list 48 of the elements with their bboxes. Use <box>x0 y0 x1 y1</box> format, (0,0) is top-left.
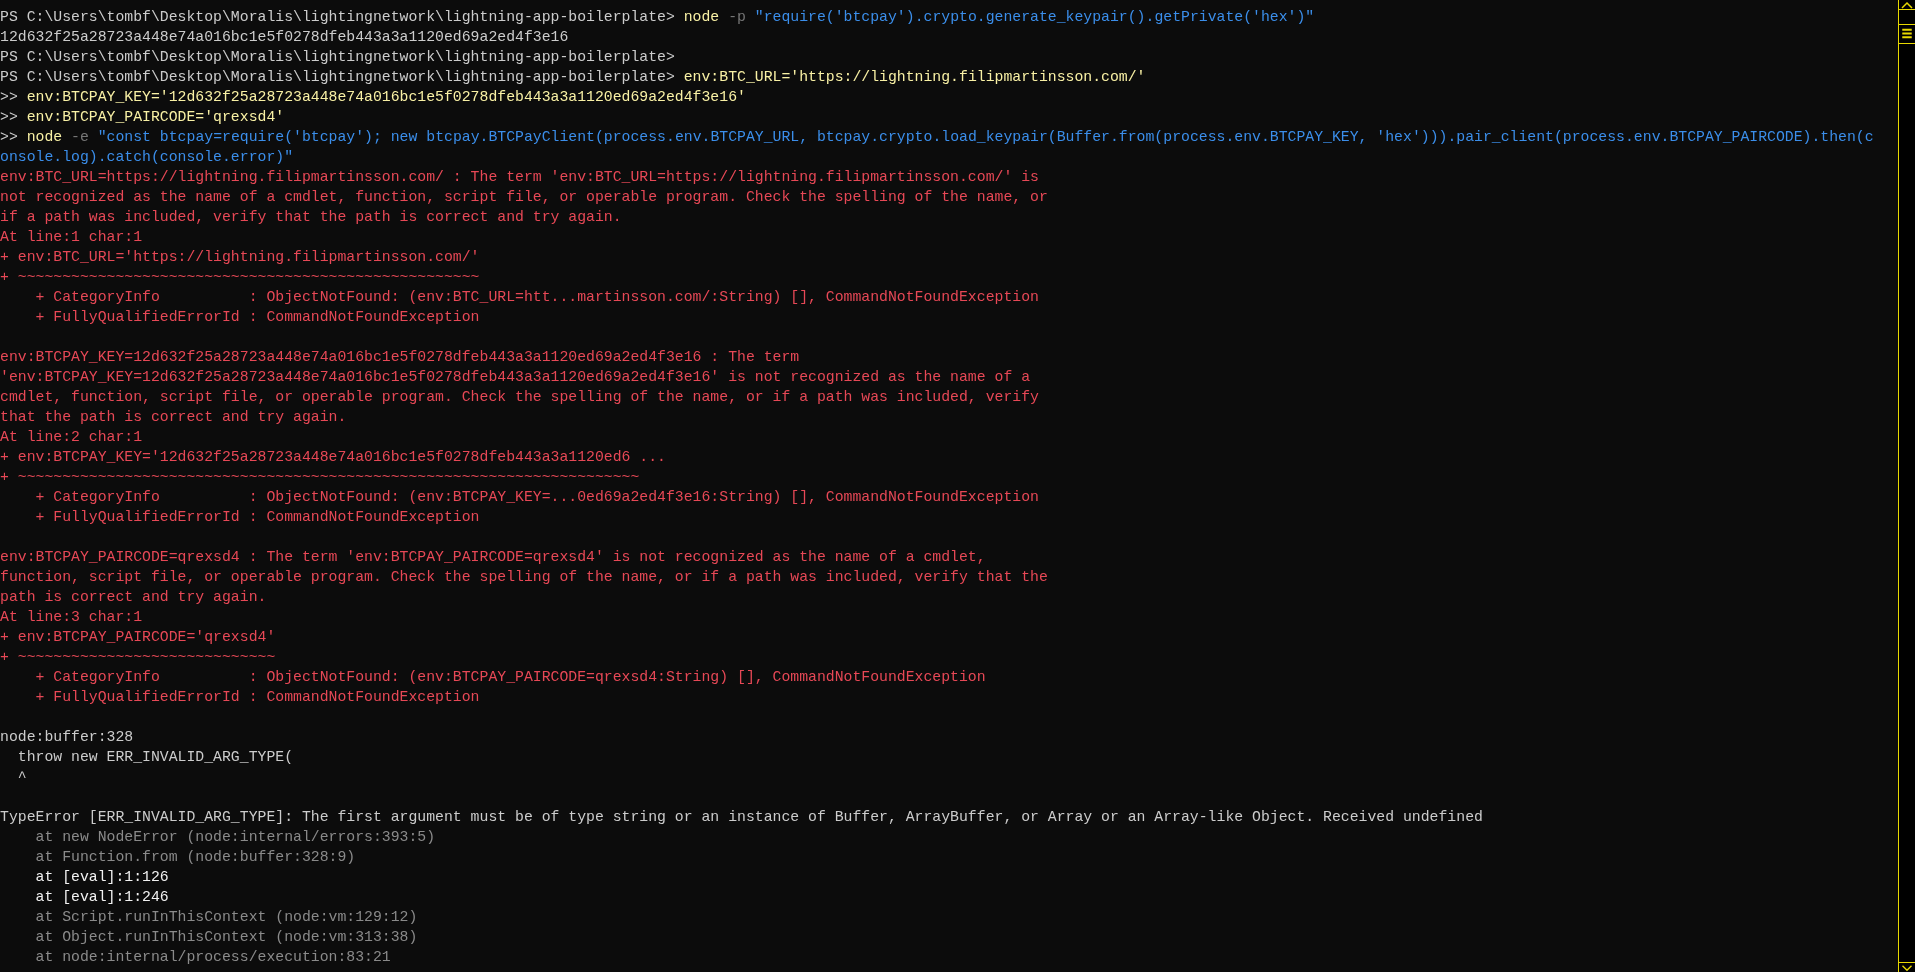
terminal-line: PS C:\Users\tombf\Desktop\Moralis\lightingnetwork\lightning-app-boilerplate> env:BTC_URL='https://lightning.filipmartinsson.com/' <box>0 68 1146 87</box>
scroll-button[interactable] <box>1899 9 1915 25</box>
terminal-line: cmdlet, function, script file, or operable program. Check the spelling of the name, or if a path was included, verify <box>0 388 1039 407</box>
terminal-line: at [eval]:1:126 <box>34 868 169 887</box>
terminal-line: 12d632f25a28723a448e74a016bc1e5f0278dfeb443a3a1120ed69a2ed4f3e16 <box>0 28 569 47</box>
terminal-line: At line:3 char:1 <box>0 608 143 627</box>
terminal-line: + CategoryInfo : ObjectNotFound: (env:BTCPAY_PAIRCODE=qrexsd4:String) [], CommandNotFoundException <box>34 668 986 687</box>
terminal-line: >> node -e "const btcpay=require('btcpay'); new btcpay.BTCPayClient(process.env.BTCPAY_URL, btcpay.crypto.load_keypair(Buffer.from(process.env.BTCPAY_KEY, 'hex'))).pair_client(process.env.BTCPAY_PAIRCODE).then(c <box>0 128 1874 147</box>
terminal-line: at node:internal/process/execution:83:21 <box>34 948 391 967</box>
terminal-line: At line:2 char:1 <box>0 428 143 447</box>
terminal-line: env:BTCPAY_PAIRCODE=qrexsd4 : The term 'env:BTCPAY_PAIRCODE=qrexsd4' is not recognized as the name of a cmdlet, <box>0 548 986 567</box>
terminal-line: not recognized as the name of a cmdlet, function, script file, or operable program. Check the spelling of the name, or <box>0 188 1048 207</box>
terminal-line: at [eval]:1:246 <box>34 888 169 907</box>
terminal-line: >> env:BTCPAY_PAIRCODE='qrexsd4' <box>0 108 285 127</box>
scroll-up-icon[interactable] <box>1899 0 1915 9</box>
terminal-line: + FullyQualifiedErrorId : CommandNotFoundException <box>34 688 480 707</box>
scrollbar[interactable] <box>1898 0 1915 972</box>
terminal-line: at Script.runInThisContext (node:vm:129:12) <box>34 908 418 927</box>
terminal-line: at Object.runInThisContext (node:vm:313:38) <box>34 928 418 947</box>
terminal-line: + FullyQualifiedErrorId : CommandNotFoundException <box>34 508 480 527</box>
terminal-line: + env:BTC_URL='https://lightning.filipmartinsson.com/' <box>0 248 480 267</box>
terminal-line: + ~~~~~~~~~~~~~~~~~~~~~~~~~~~~~ <box>0 648 276 667</box>
terminal-line: + ~~~~~~~~~~~~~~~~~~~~~~~~~~~~~~~~~~~~~~~~~~~~~~~~~~~~ <box>0 268 480 287</box>
terminal-line: + FullyQualifiedErrorId : CommandNotFoundException <box>34 308 480 327</box>
terminal-line: at Function.from (node:buffer:328:9) <box>34 848 356 867</box>
terminal-line: At line:1 char:1 <box>0 228 143 247</box>
terminal-line: PS C:\Users\tombf\Desktop\Moralis\lightingnetwork\lightning-app-boilerplate> node -p "require('btcpay').crypto.generate_keypair().getPrivate('hex')" <box>0 8 1315 27</box>
terminal-line: + CategoryInfo : ObjectNotFound: (env:BTCPAY_KEY=...0ed69a2ed4f3e16:String) [], CommandNotFoundException <box>34 488 1039 507</box>
scroll-down-icon[interactable] <box>1899 962 1915 972</box>
terminal-line: + env:BTCPAY_PAIRCODE='qrexsd4' <box>0 628 276 647</box>
terminal-line: ^ <box>16 768 27 787</box>
terminal-line: if a path was included, verify that the path is correct and try again. <box>0 208 622 227</box>
terminal-line: env:BTCPAY_KEY=12d632f25a28723a448e74a016bc1e5f0278dfeb443a3a1120ed69a2ed4f3e16 : The term <box>0 348 800 367</box>
terminal-line: path is correct and try again. <box>0 588 267 607</box>
terminal-line: >> env:BTCPAY_KEY='12d632f25a28723a448e74a016bc1e5f0278dfeb443a3a1120ed69a2ed4f3e16' <box>0 88 746 107</box>
terminal-line: function, script file, or operable program. Check the spelling of the name, or if a path was included, verify that the <box>0 568 1048 587</box>
terminal-line: that the path is correct and try again. <box>0 408 347 427</box>
terminal-line: + env:BTCPAY_KEY='12d632f25a28723a448e74a016bc1e5f0278dfeb443a3a1120ed6 ... <box>0 448 666 467</box>
terminal-line: onsole.log).catch(console.error)" <box>0 148 294 167</box>
terminal-line: throw new ERR_INVALID_ARG_TYPE( <box>16 748 294 767</box>
terminal-line: + CategoryInfo : ObjectNotFound: (env:BTC_URL=htt...martinsson.com/:String) [], CommandNotFoundException <box>34 288 1039 307</box>
terminal-line: PS C:\Users\tombf\Desktop\Moralis\lightingnetwork\lightning-app-boilerplate> <box>0 48 675 67</box>
terminal-line: at new NodeError (node:internal/errors:393:5) <box>34 828 436 847</box>
terminal-line: node:buffer:328 <box>0 728 134 747</box>
terminal-line: + ~~~~~~~~~~~~~~~~~~~~~~~~~~~~~~~~~~~~~~~~~~~~~~~~~~~~~~~~~~~~~~~~~~~~~~ <box>0 468 640 487</box>
terminal-line: TypeError [ERR_INVALID_ARG_TYPE]: The first argument must be of type string or an instance of Buffer, ArrayBuffer, or Array or an Array-like Object. Received undefined <box>0 808 1483 827</box>
terminal-line: env:BTC_URL=https://lightning.filipmartinsson.com/ : The term 'env:BTC_URL=https://lightning.filipmartinsson.com/' is <box>0 168 1039 187</box>
terminal-line: 'env:BTCPAY_KEY=12d632f25a28723a448e74a016bc1e5f0278dfeb443a3a1120ed69a2ed4f3e16' is not recognized as the name of a <box>0 368 1031 387</box>
